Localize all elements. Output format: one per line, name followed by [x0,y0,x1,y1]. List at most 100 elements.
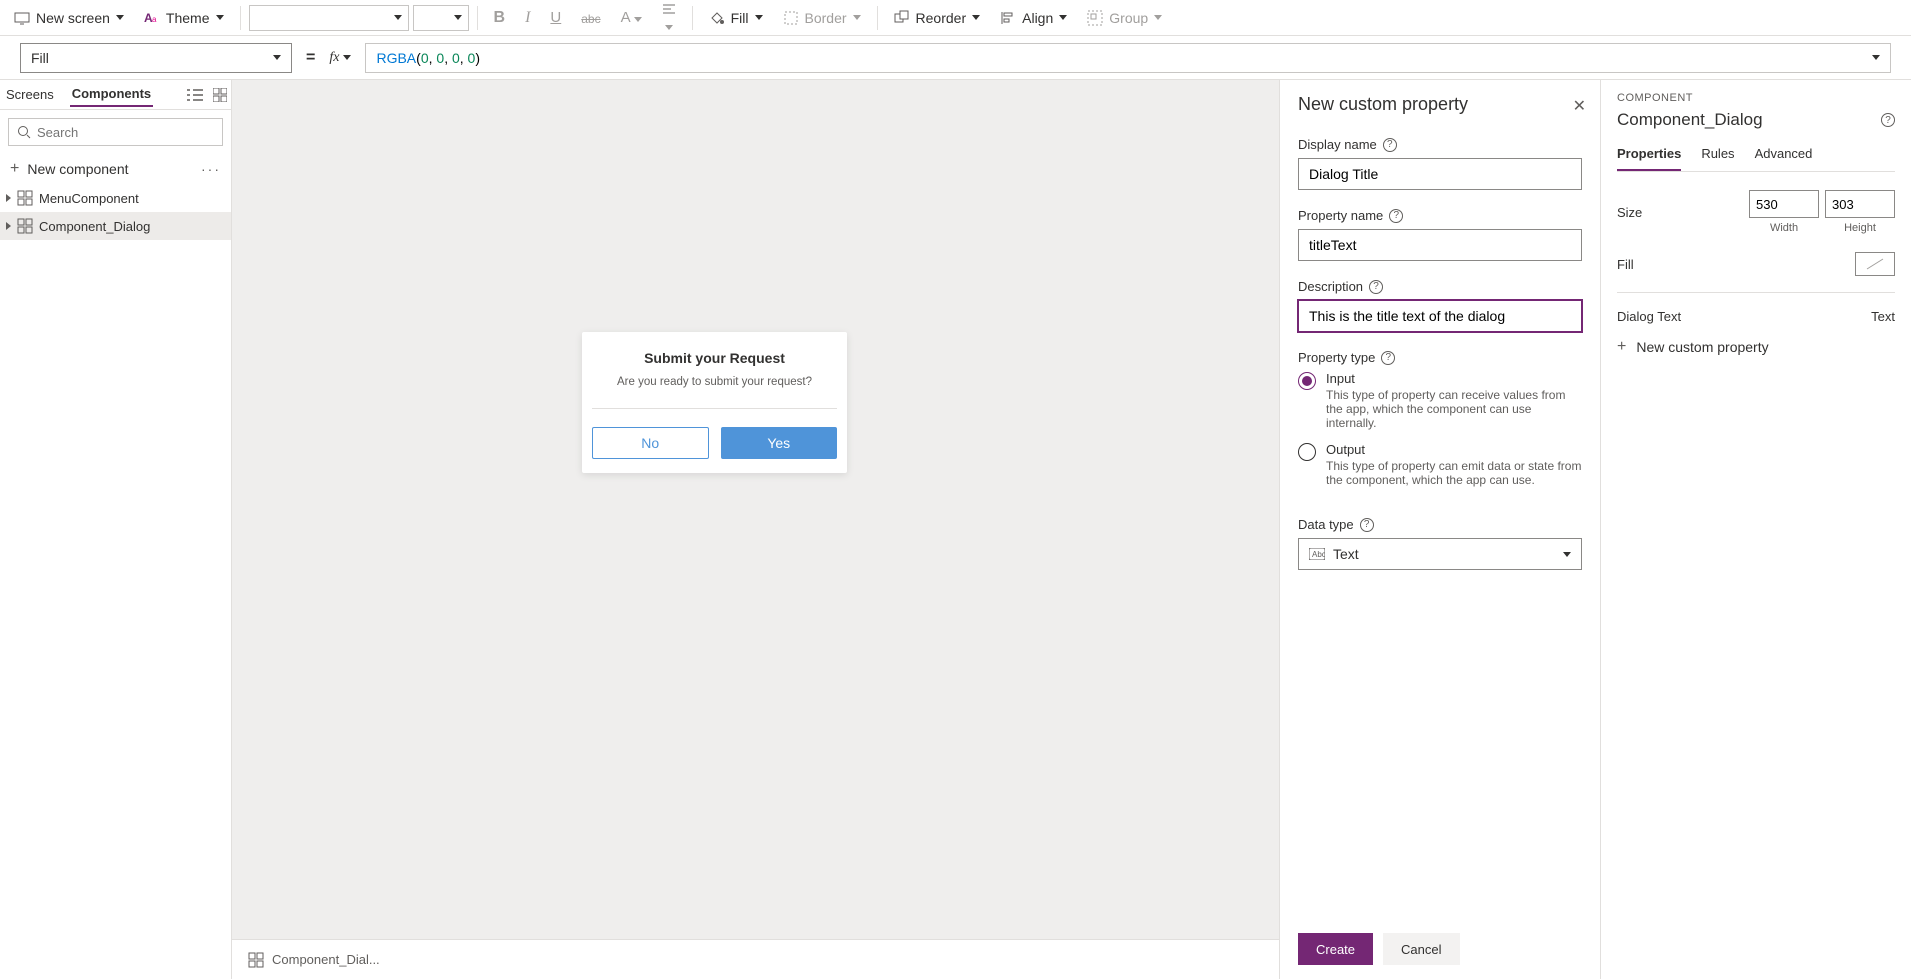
list-view-icon[interactable] [187,88,203,102]
align-obj-icon [1000,10,1016,26]
underline-button[interactable]: U [542,5,569,30]
height-sublabel: Height [1844,222,1876,234]
theme-icon: Aa [144,10,160,26]
separator [877,6,878,30]
align-label: Align [1022,10,1053,26]
component-properties-panel: COMPONENT Component_Dialog ? Properties … [1601,80,1911,979]
dialog-text-prop-label[interactable]: Dialog Text [1617,309,1681,324]
tab-components[interactable]: Components [70,82,153,107]
dialog-separator [592,408,837,409]
radio-circle-checked[interactable] [1298,372,1316,390]
separator [477,6,478,30]
formula-input[interactable]: RGBA(0, 0, 0, 0) [365,43,1891,73]
description-label: Description [1298,279,1363,294]
new-screen-label: New screen [36,10,110,26]
font-size-select[interactable] [413,5,469,31]
bold-button[interactable]: B [486,5,514,31]
search-icon [17,125,31,139]
group-label: Group [1109,10,1148,26]
grid-view-icon[interactable] [213,88,227,102]
chevron-down-icon [454,15,462,20]
align-button[interactable]: Align [992,6,1075,30]
radio-output-desc: This type of property can emit data or s… [1326,459,1582,487]
theme-label: Theme [166,10,210,26]
search-input[interactable] [37,125,214,140]
tab-advanced[interactable]: Advanced [1755,146,1813,171]
width-input[interactable] [1749,190,1819,218]
help-icon[interactable]: ? [1360,518,1374,532]
tab-properties[interactable]: Properties [1617,146,1681,171]
formula-text: RGBA(0, 0, 0, 0) [376,50,480,66]
separator [1617,292,1895,293]
canvas-area[interactable]: Submit your Request Are you ready to sub… [232,80,1279,939]
chevron-down-icon [273,55,281,60]
help-icon[interactable]: ? [1381,351,1395,365]
dialog-yes-button[interactable]: Yes [721,427,838,459]
help-icon[interactable]: ? [1389,209,1403,223]
tree-tabs: Screens Components [0,80,231,110]
border-button[interactable]: Border [775,6,869,30]
group-button[interactable]: Group [1079,6,1170,30]
align-text-button[interactable] [654,0,684,37]
display-name-input[interactable] [1298,158,1582,190]
tree-item-menucomponent[interactable]: MenuComponent [0,184,231,212]
radio-circle[interactable] [1298,443,1316,461]
theme-button[interactable]: Aa Theme [136,6,232,30]
radio-input-label: Input [1326,371,1582,386]
new-component-button[interactable]: + New component ··· [0,154,231,184]
strikethrough-button[interactable]: abc [573,6,608,30]
help-icon[interactable]: ? [1383,138,1397,152]
fx-button[interactable]: fx [329,50,351,66]
search-box[interactable] [8,118,223,146]
component-name: Component_Dialog [1617,110,1763,130]
reorder-label: Reorder [916,10,967,26]
more-menu-button[interactable]: ··· [201,161,221,177]
radio-output[interactable]: Output This type of property can emit da… [1298,442,1582,487]
dialog-no-button[interactable]: No [592,427,709,459]
reorder-button[interactable]: Reorder [886,6,989,30]
help-icon[interactable]: ? [1369,280,1383,294]
tab-rules[interactable]: Rules [1701,146,1734,171]
canvas: Submit your Request Are you ready to sub… [232,80,1279,979]
component-icon [17,190,33,206]
create-button[interactable]: Create [1298,933,1373,965]
tab-screens[interactable]: Screens [4,83,56,106]
breadcrumb-text[interactable]: Component_Dial... [272,952,380,967]
new-screen-button[interactable]: New screen [6,6,132,30]
property-name-input[interactable] [1298,229,1582,261]
font-color-button[interactable]: A [613,5,650,30]
align-icon [662,3,676,17]
app-toolbar: New screen Aa Theme B I U abc A Fill Bor… [0,0,1911,36]
property-type-label: Property type [1298,350,1375,365]
fill-label: Fill [731,10,749,26]
new-custom-property-button[interactable]: + New custom property [1617,338,1895,356]
size-label: Size [1617,205,1642,220]
dialog-component[interactable]: Submit your Request Are you ready to sub… [582,332,847,473]
description-input[interactable] [1298,300,1582,332]
help-icon[interactable]: ? [1881,113,1895,127]
fill-swatch[interactable] [1855,252,1895,276]
font-family-select[interactable] [249,5,409,31]
close-button[interactable]: ✕ [1573,96,1586,116]
new-property-panel: New custom property ✕ Display name? Prop… [1279,80,1601,979]
chevron-down-icon [1059,15,1067,20]
property-selector[interactable]: Fill [20,43,292,73]
fill-button[interactable]: Fill [701,6,771,30]
separator [240,6,241,30]
height-input[interactable] [1825,190,1895,218]
display-name-label: Display name [1298,137,1377,152]
screen-icon [14,10,30,26]
breadcrumb-bar: Component_Dial... [232,939,1279,979]
radio-input[interactable]: Input This type of property can receive … [1298,371,1582,430]
dialog-text-prop-type[interactable]: Text [1871,309,1895,324]
panel-title: New custom property [1298,94,1582,115]
data-type-select[interactable]: Abc Text [1298,538,1582,570]
plus-icon: + [1617,338,1626,356]
panel-section-label: COMPONENT [1617,92,1895,104]
cancel-button[interactable]: Cancel [1383,933,1459,965]
tree-item-component-dialog[interactable]: Component_Dialog [0,212,231,240]
formula-bar: Fill = fx RGBA(0, 0, 0, 0) [0,36,1911,80]
new-component-label: New component [27,161,128,177]
italic-button[interactable]: I [517,5,538,31]
reorder-icon [894,10,910,26]
